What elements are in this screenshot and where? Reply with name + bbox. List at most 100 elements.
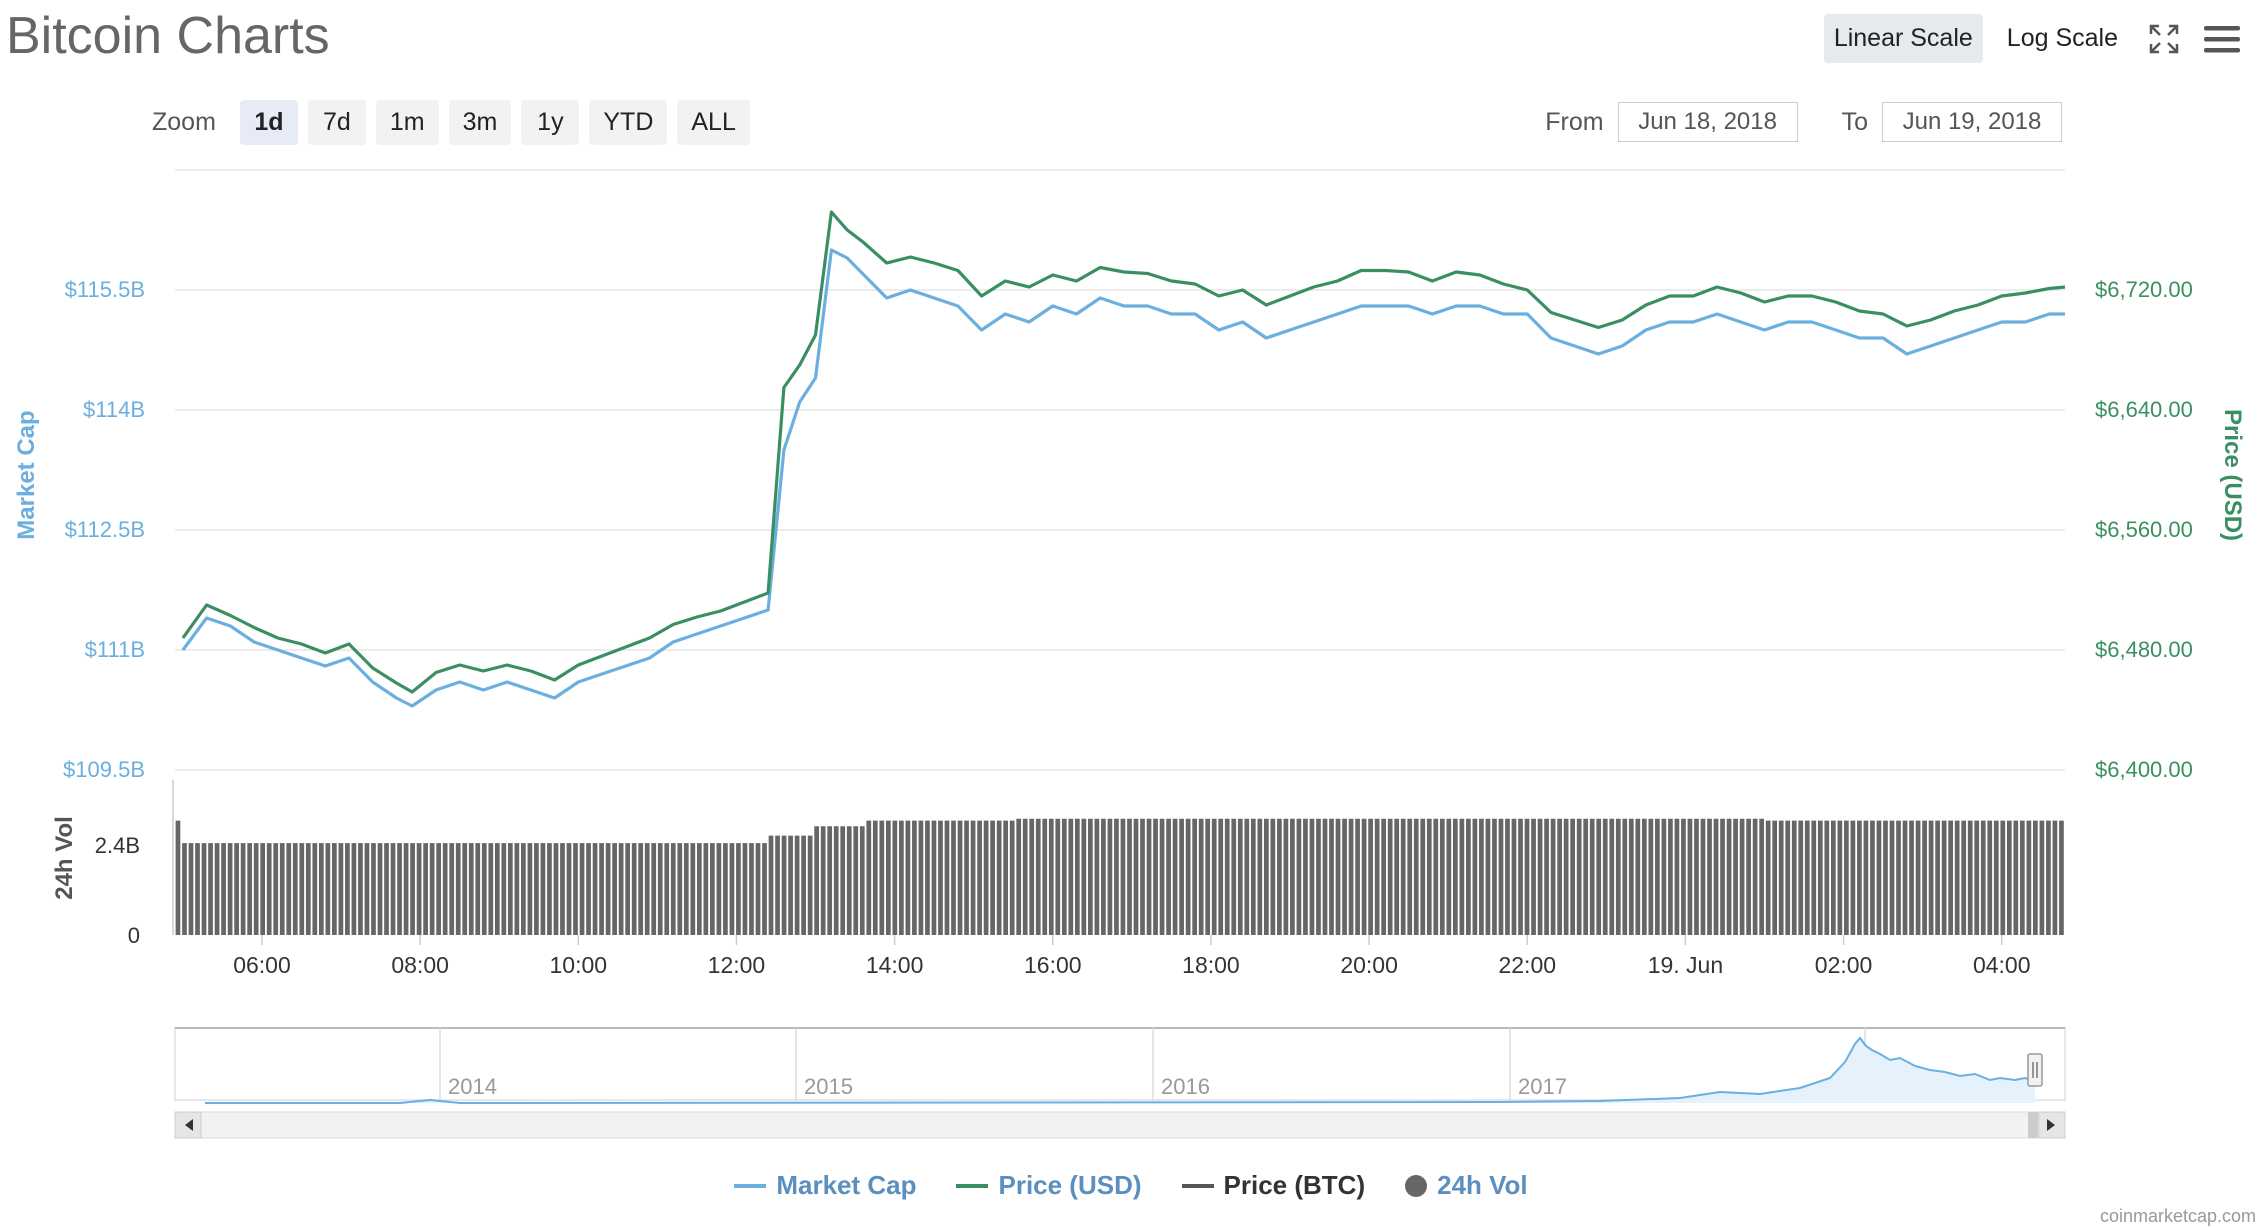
legend-swatch — [734, 1183, 767, 1188]
volume-bar — [1231, 818, 1237, 935]
legend-item-24h-vol[interactable]: 24h Vol — [1405, 1170, 1528, 1201]
volume-bar — [1954, 820, 1960, 935]
volume-bar — [1146, 818, 1152, 935]
x-axis-tick: 19. Jun — [1648, 952, 1723, 978]
volume-bar — [455, 843, 461, 935]
volume-bar — [1876, 820, 1882, 935]
volume-bar — [1048, 818, 1054, 935]
volume-bar — [1896, 820, 1901, 935]
volume-bar — [1452, 818, 1458, 935]
x-axis-tick: 14:00 — [866, 952, 924, 978]
credit-text: coinmarketcap.com — [2099, 1206, 2256, 1226]
volume-bar — [573, 843, 578, 935]
volume-bar — [1198, 818, 1204, 935]
volume-bar — [1413, 818, 1419, 935]
volume-bar — [410, 843, 415, 935]
volume-bar — [814, 826, 820, 935]
volume-bar — [475, 843, 481, 935]
volume-bar — [527, 843, 533, 935]
volume-bar — [1635, 818, 1641, 935]
volume-bar — [1752, 818, 1758, 935]
volume-bar — [1746, 818, 1751, 935]
volume-bar — [1733, 818, 1738, 935]
volume-axis-tick: 2.4B — [95, 833, 140, 858]
volume-bar — [683, 843, 689, 935]
volume-bar — [358, 843, 363, 935]
volume-bar — [1205, 818, 1211, 935]
volume-bar — [1114, 818, 1119, 935]
volume-bar — [794, 835, 800, 935]
volume-bar — [1466, 818, 1471, 935]
volume-bar — [221, 843, 226, 935]
volume-bar — [644, 843, 650, 935]
volume-bar — [1583, 818, 1589, 935]
volume-bar — [1550, 818, 1556, 935]
x-axis-tick: 22:00 — [1498, 952, 1556, 978]
volume-bar — [436, 843, 442, 935]
volume-bar — [1726, 818, 1732, 935]
volume-bar — [1290, 818, 1295, 935]
volume-bar — [1074, 818, 1080, 935]
volume-bar — [612, 843, 617, 935]
legend-item-price-btc[interactable]: Price (BTC) — [1181, 1170, 1366, 1201]
volume-bar — [703, 843, 709, 935]
volume-bar — [736, 843, 741, 935]
volume-bar — [318, 843, 324, 935]
legend-item-price-usd[interactable]: Price (USD) — [956, 1170, 1142, 1201]
volume-bar — [1224, 818, 1230, 935]
left-axis-tick: $114B — [83, 397, 145, 422]
volume-bar — [332, 843, 337, 935]
volume-bar — [579, 843, 585, 935]
volume-bar — [1948, 820, 1954, 935]
volume-bar — [885, 820, 891, 935]
volume-bar — [1081, 818, 1087, 935]
volume-bar — [1218, 818, 1224, 935]
navigator-handle — [2027, 1053, 2043, 1087]
volume-bar — [384, 843, 389, 935]
legend-swatch — [1405, 1174, 1428, 1197]
volume-bar — [755, 843, 761, 935]
volume-bar — [651, 843, 657, 935]
navigator[interactable]: 20142015201620172018 — [174, 1027, 2066, 1139]
x-axis-tick: 02:00 — [1815, 952, 1873, 978]
volume-bar — [925, 820, 930, 935]
volume-bar — [1961, 820, 1967, 935]
legend-item-market-cap[interactable]: Market Cap — [734, 1170, 916, 1201]
volume-bar — [305, 843, 311, 935]
volume-bar — [1661, 818, 1667, 935]
volume-bar — [1817, 820, 1823, 935]
volume-axis-title: 24h Vol — [51, 816, 78, 900]
volume-bar — [970, 820, 976, 935]
volume-bar — [299, 843, 305, 935]
volume-bar — [1459, 818, 1465, 935]
volume-bar — [768, 835, 774, 935]
right-axis-tick: $6,560.00 — [2095, 517, 2193, 542]
volume-bar — [1140, 818, 1145, 935]
volume-bar — [1759, 818, 1765, 935]
volume-bar — [423, 843, 428, 935]
volume-bar — [560, 843, 565, 935]
volume-bar — [253, 843, 259, 935]
volume-bar — [1531, 818, 1536, 935]
volume-bar — [1335, 818, 1341, 935]
volume-bar — [1602, 818, 1608, 935]
volume-bar — [1250, 818, 1256, 935]
volume-bar — [1765, 820, 1771, 935]
volume-bar — [1870, 820, 1875, 935]
volume-bar — [1589, 818, 1595, 935]
volume-bar — [273, 843, 279, 935]
volume-bar — [1492, 818, 1497, 935]
volume-bar — [1824, 820, 1830, 935]
volume-bar — [2013, 820, 2019, 935]
volume-bar — [1883, 820, 1888, 935]
volume-bar — [1674, 818, 1680, 935]
volume-bar — [1479, 818, 1484, 935]
volume-bar — [1022, 818, 1028, 935]
volume-bar — [1237, 818, 1243, 935]
volume-bar — [1166, 818, 1171, 935]
volume-bar — [1283, 818, 1289, 935]
legend-label: Price (BTC) — [1223, 1170, 1366, 1200]
volume-bar — [957, 820, 963, 935]
volume-bar — [195, 843, 200, 935]
volume-bar — [2019, 820, 2025, 935]
